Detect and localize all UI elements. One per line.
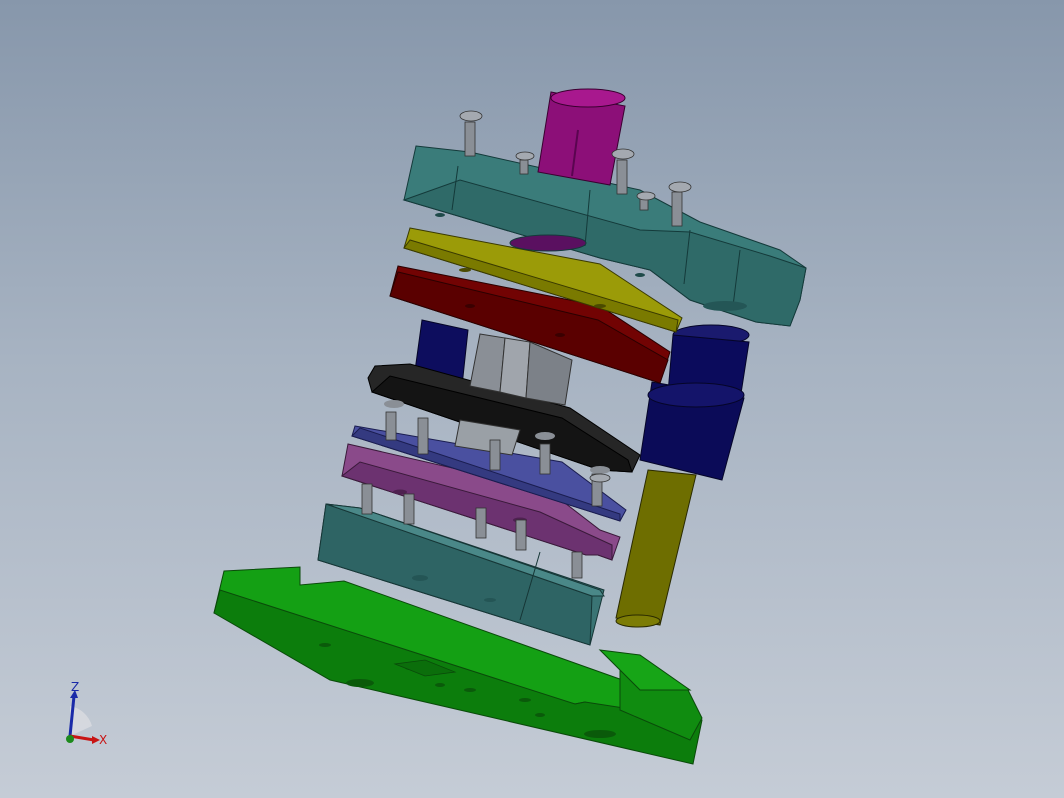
y-axis-dot (66, 735, 74, 743)
screw-1 (459, 110, 483, 157)
cad-viewport[interactable]: Z X (0, 0, 1064, 798)
x-axis-label: X (99, 733, 107, 747)
die-shank[interactable] (537, 88, 626, 186)
z-axis-label: Z (71, 680, 79, 694)
coordinate-triad: Z X (66, 680, 107, 747)
die-assembly-model[interactable] (0, 0, 1064, 798)
guide-post[interactable] (615, 469, 697, 628)
